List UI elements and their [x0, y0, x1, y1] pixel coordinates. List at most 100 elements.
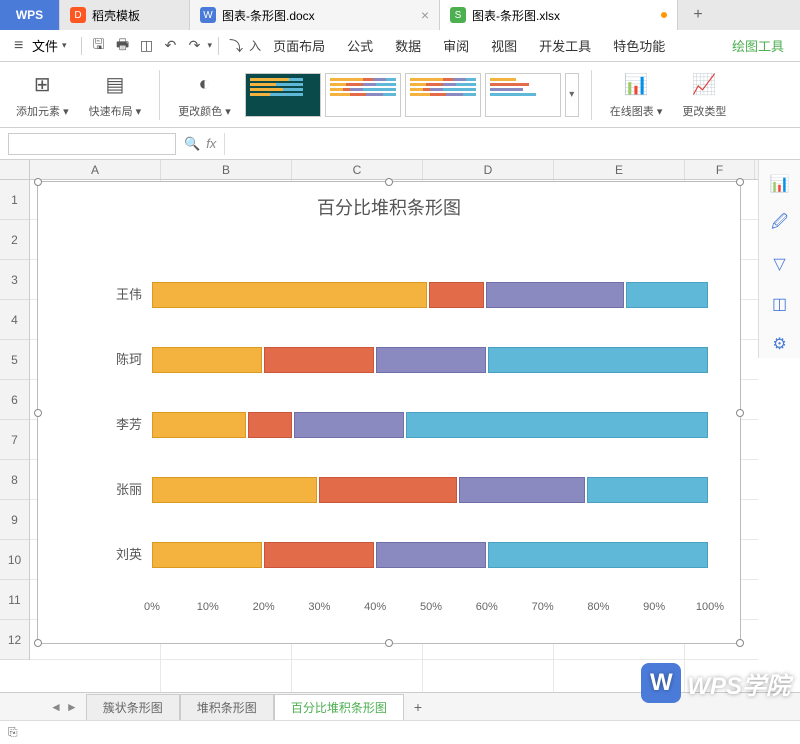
resize-handle[interactable] [736, 178, 744, 186]
name-box[interactable] [8, 133, 176, 155]
menu-view[interactable]: 视图 [481, 36, 527, 55]
menu-formula[interactable]: 公式 [337, 36, 383, 55]
docell-tab[interactable]: D 稻壳模板 [60, 0, 190, 30]
row-header[interactable]: 3 [0, 260, 29, 300]
chart-bar-segment[interactable] [152, 282, 427, 308]
zoom-icon[interactable]: 🔍 [184, 136, 200, 152]
menu-page-layout[interactable]: 页面布局 [263, 36, 335, 55]
menu-review[interactable]: 审阅 [433, 36, 479, 55]
menu-drawing-tools[interactable]: 绘图工具 [722, 36, 794, 55]
sheet-tab-active[interactable]: 百分比堆积条形图 [274, 694, 404, 720]
nav-prev-icon[interactable]: ◄ [50, 700, 62, 714]
chart-plot[interactable]: 0%10%20%30%40%50%60%70%80%90%100% 王伟陈珂李芳… [98, 252, 710, 593]
chart-title[interactable]: 百分比堆积条形图 [38, 182, 740, 224]
chart-bar-segment[interactable] [152, 542, 262, 568]
col-header[interactable]: E [554, 160, 685, 179]
change-color-button[interactable]: ◐ 更改颜色 ▾ [172, 69, 237, 121]
resize-handle[interactable] [736, 639, 744, 647]
row-header[interactable]: 11 [0, 580, 29, 620]
qat-more-icon[interactable]: ▾ [208, 40, 213, 51]
menu-features[interactable]: 特色功能 [603, 36, 675, 55]
chart-bar-row[interactable] [152, 412, 710, 438]
menu-data[interactable]: 数据 [385, 36, 431, 55]
filter-button[interactable]: ▽ [766, 250, 794, 278]
sheet-tab[interactable]: 簇状条形图 [86, 694, 180, 720]
chart-style-thumb[interactable] [325, 73, 401, 117]
chart-bar-segment[interactable] [626, 282, 709, 308]
wps-tab[interactable]: WPS [0, 0, 60, 30]
resize-handle[interactable] [34, 639, 42, 647]
row-header[interactable]: 12 [0, 620, 29, 660]
row-header[interactable]: 6 [0, 380, 29, 420]
row-header[interactable]: 4 [0, 300, 29, 340]
chart-bar-segment[interactable] [294, 412, 404, 438]
row-header[interactable]: 1 [0, 180, 29, 220]
col-header[interactable]: F [685, 160, 755, 179]
nav-next-icon[interactable]: ► [66, 700, 78, 714]
resize-handle[interactable] [385, 639, 393, 647]
file-menu[interactable]: 文件 ▾ [6, 36, 75, 55]
col-header[interactable]: D [423, 160, 554, 179]
doc-tab[interactable]: W 图表-条形图.docx × [190, 0, 440, 30]
chart-bar-segment[interactable] [488, 542, 708, 568]
chart-bar-segment[interactable] [429, 282, 484, 308]
gallery-more-button[interactable]: ▾ [565, 73, 579, 117]
row-header[interactable]: 9 [0, 500, 29, 540]
sheet-tab[interactable]: 堆积条形图 [180, 694, 274, 720]
chart-bar-row[interactable] [152, 542, 710, 568]
chart-bar-row[interactable] [152, 477, 710, 503]
undo-icon[interactable]: ↶ [160, 35, 182, 57]
resize-handle[interactable] [34, 178, 42, 186]
xlsx-tab[interactable]: S 图表-条形图.xlsx [440, 0, 678, 30]
change-type-button[interactable]: 📈 更改类型 [676, 69, 732, 121]
resize-handle[interactable] [736, 409, 744, 417]
resize-handle[interactable] [385, 178, 393, 186]
chart-style-thumb[interactable] [405, 73, 481, 117]
chart-bar-segment[interactable] [264, 542, 374, 568]
chart-bar-segment[interactable] [152, 347, 262, 373]
chart-type-button[interactable]: ◫ [766, 290, 794, 318]
chart-style-gallery[interactable]: ▾ [245, 73, 579, 117]
add-sheet-button[interactable]: + [404, 699, 432, 715]
col-header[interactable]: B [161, 160, 292, 179]
chart-style-thumb[interactable] [245, 73, 321, 117]
new-tab-button[interactable]: + [678, 0, 718, 30]
chart-bar-segment[interactable] [488, 347, 708, 373]
sheet-nav[interactable]: ◄► [50, 700, 78, 714]
chart-bar-segment[interactable] [587, 477, 708, 503]
online-chart-button[interactable]: 📊 在线图表 ▾ [604, 69, 669, 121]
row-header[interactable]: 7 [0, 420, 29, 460]
chart-bar-segment[interactable] [376, 347, 486, 373]
chart-bar-segment[interactable] [376, 542, 486, 568]
fx-icon[interactable]: fx [206, 136, 216, 151]
chart-bar-row[interactable] [152, 282, 710, 308]
chart-elements-button[interactable]: 📊 [766, 170, 794, 198]
add-element-button[interactable]: ⊞ 添加元素 ▾ [10, 69, 75, 121]
chart-bar-segment[interactable] [319, 477, 457, 503]
chart-bar-segment[interactable] [486, 282, 624, 308]
chart-bar-segment[interactable] [248, 412, 292, 438]
select-all-corner[interactable] [0, 160, 30, 179]
col-header[interactable]: C [292, 160, 423, 179]
row-header[interactable]: 10 [0, 540, 29, 580]
settings-button[interactable]: ⚙ [766, 330, 794, 358]
chart-bar-segment[interactable] [459, 477, 586, 503]
chart-bar-segment[interactable] [406, 412, 708, 438]
row-header[interactable]: 8 [0, 460, 29, 500]
chart-bar-segment[interactable] [264, 347, 374, 373]
close-icon[interactable]: × [421, 7, 429, 23]
print-preview-icon[interactable]: ◫ [136, 35, 158, 57]
chart-style-thumb[interactable] [485, 73, 561, 117]
col-header[interactable]: A [30, 160, 161, 179]
insert-icon[interactable]: ⤵ [225, 35, 247, 57]
resize-handle[interactable] [34, 409, 42, 417]
menu-developer[interactable]: 开发工具 [529, 36, 601, 55]
chart-bar-segment[interactable] [152, 412, 246, 438]
chart-object[interactable]: 百分比堆积条形图 0%10%20%30%40%50%60%70%80%90%10… [37, 181, 741, 644]
formula-input[interactable] [224, 133, 792, 155]
row-header[interactable]: 2 [0, 220, 29, 260]
redo-icon[interactable]: ↷ [184, 35, 206, 57]
chart-bar-segment[interactable] [152, 477, 317, 503]
chart-bar-row[interactable] [152, 347, 710, 373]
quick-layout-button[interactable]: ▤ 快速布局 ▾ [83, 69, 148, 121]
